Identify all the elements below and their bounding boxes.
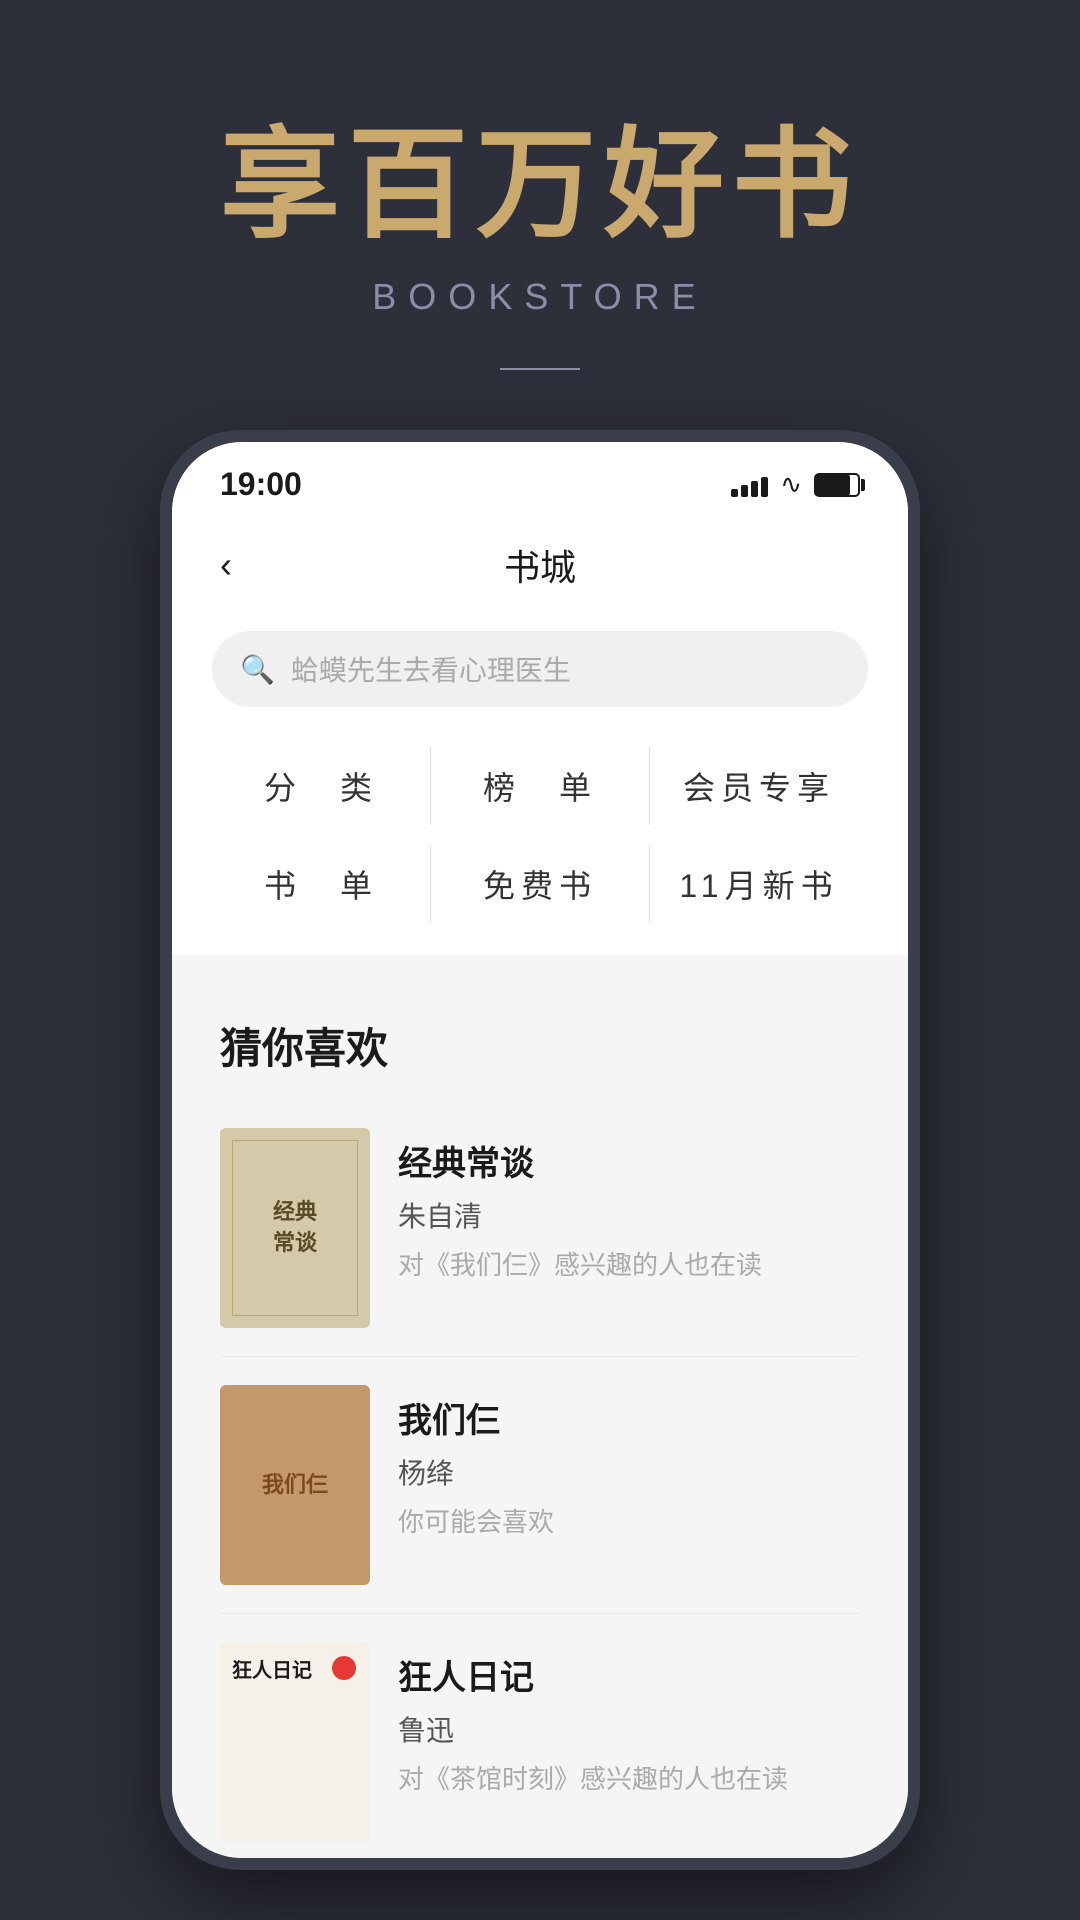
- nav-bar: ‹ 书城: [172, 519, 908, 615]
- book-list: 经典常谈 经典常谈 朱自清 对《我们仨》感兴趣的人也在读: [172, 1100, 908, 1858]
- hero-divider: [500, 368, 580, 370]
- category-menu: 分 类 榜 单 会员专享 书 单 免费书 11月新书: [172, 731, 908, 955]
- status-icons: ∿: [731, 469, 860, 500]
- book-info-1: 经典常谈 朱自清 对《我们仨》感兴趣的人也在读: [398, 1128, 860, 1282]
- section-header: 猜你喜欢: [172, 975, 908, 1100]
- hero-subtitle: BOOKSTORE: [0, 276, 1080, 318]
- battery-icon: [814, 473, 860, 497]
- book-author-1: 朱自清: [398, 1195, 860, 1235]
- list-item[interactable]: 经典常谈 经典常谈 朱自清 对《我们仨》感兴趣的人也在读: [220, 1100, 860, 1357]
- category-item-freebook[interactable]: 免费书: [431, 845, 649, 923]
- section-separator: [172, 955, 908, 975]
- book-desc-1: 对《我们仨》感兴趣的人也在读: [398, 1245, 860, 1282]
- search-placeholder: 蛤蟆先生去看心理医生: [291, 649, 571, 689]
- list-item[interactable]: 我们仨 我们仨 杨绛 你可能会喜欢: [220, 1357, 860, 1614]
- category-item-bangdan[interactable]: 榜 单: [431, 747, 649, 825]
- phone-frame: 19:00 ∿ ‹ 书城: [160, 430, 920, 1870]
- hero-section: 享百万好书 BOOKSTORE: [0, 0, 1080, 450]
- book-title-2: 我们仨: [398, 1393, 860, 1442]
- search-bar[interactable]: 🔍 蛤蟆先生去看心理医生: [212, 631, 868, 707]
- book-desc-3: 对《茶馆时刻》感兴趣的人也在读: [398, 1759, 860, 1796]
- category-item-fenli[interactable]: 分 类: [212, 747, 430, 825]
- section-title: 猜你喜欢: [220, 1015, 860, 1076]
- category-grid: 分 类 榜 单 会员专享 书 单 免费书 11月新书: [212, 747, 868, 923]
- search-icon: 🔍: [240, 653, 275, 686]
- hero-title: 享百万好书: [0, 120, 1080, 252]
- book-title-3: 狂人日记: [398, 1650, 860, 1699]
- phone-container: 19:00 ∿ ‹ 书城: [160, 430, 920, 1870]
- category-item-newbook[interactable]: 11月新书: [650, 845, 868, 923]
- book-cover-2: 我们仨: [220, 1385, 370, 1585]
- book-info-3: 狂人日记 鲁迅 对《茶馆时刻》感兴趣的人也在读: [398, 1642, 860, 1796]
- cover-dot-3: [332, 1656, 356, 1680]
- content-area: 猜你喜欢 经典常谈 经典常谈 朱自清 对《我: [172, 975, 908, 1858]
- back-button[interactable]: ‹: [220, 544, 280, 586]
- book-title-1: 经典常谈: [398, 1136, 860, 1185]
- category-item-shudan[interactable]: 书 单: [212, 845, 430, 923]
- book-cover-1: 经典常谈: [220, 1128, 370, 1328]
- cover-text-2: 我们仨: [262, 1470, 328, 1501]
- list-item[interactable]: 狂人日记 狂人日记 鲁迅 对《茶馆时刻》感兴趣的人也在读: [220, 1614, 860, 1858]
- wifi-icon: ∿: [780, 469, 802, 500]
- status-time: 19:00: [220, 466, 302, 503]
- nav-title: 书城: [280, 539, 800, 591]
- phone-screen: 19:00 ∿ ‹ 书城: [172, 442, 908, 1858]
- book-author-3: 鲁迅: [398, 1709, 860, 1749]
- category-item-vip[interactable]: 会员专享: [650, 747, 868, 825]
- book-info-2: 我们仨 杨绛 你可能会喜欢: [398, 1385, 860, 1539]
- book-desc-2: 你可能会喜欢: [398, 1502, 860, 1539]
- search-container: 🔍 蛤蟆先生去看心理医生: [172, 615, 908, 731]
- book-cover-3: 狂人日记: [220, 1642, 370, 1842]
- status-bar: 19:00 ∿: [172, 442, 908, 519]
- book-author-2: 杨绛: [398, 1452, 860, 1492]
- cover-text-1: 经典常谈: [273, 1197, 317, 1259]
- signal-icon: [731, 473, 768, 497]
- cover-text-3: 狂人日记: [232, 1654, 312, 1683]
